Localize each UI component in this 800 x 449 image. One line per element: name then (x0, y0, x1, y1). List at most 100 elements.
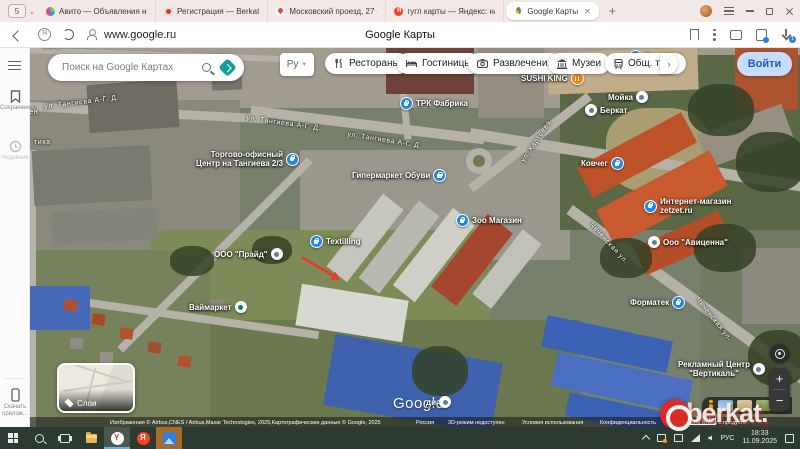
place-pin-icon (439, 396, 451, 408)
layers-icon (64, 398, 73, 407)
poi-torgovo-ofisny-center[interactable]: Торгово-офисныйЦентр на Тангиева 2/3 (196, 150, 299, 168)
poi-zetzet[interactable]: Интернет-магазинzetzet.ru (644, 197, 731, 215)
poi-trk-fabrika[interactable]: ТРК Фабрика (400, 97, 468, 110)
chip-museums[interactable]: Музеи (548, 53, 610, 74)
privacy-link[interactable]: Конфиденциальность (600, 420, 656, 426)
tab-berkat-registration[interactable]: Регистрация — Berkat (156, 0, 268, 22)
language-indicator[interactable]: РУС (720, 435, 734, 442)
search-icon[interactable] (202, 63, 211, 72)
map-viewport[interactable]: Фабричная ул. ул. Тангиева А-Г. Д. ул. Т… (30, 48, 800, 427)
poi-zoo-magazin[interactable]: Зоо Магазин (456, 214, 522, 227)
shopping-pin-icon (456, 214, 469, 227)
satellite-map[interactable]: Фабричная ул. ул. Тангиева А-Г. Д. ул. Т… (30, 48, 800, 427)
place-pin-icon (648, 236, 660, 248)
reload-button[interactable] (63, 29, 74, 40)
zoom-in-button[interactable]: + (769, 368, 790, 389)
protect-icon[interactable] (756, 29, 767, 41)
language-button[interactable]: Ру▼ (280, 53, 314, 76)
window-minimize-button[interactable] (746, 10, 754, 12)
task-view-icon[interactable] (52, 427, 78, 449)
new-tab-button[interactable]: + (601, 4, 624, 18)
pegman-icon[interactable] (707, 400, 714, 412)
screen: 5 ⌄ Авито — Объявления на Регистрация — … (0, 0, 800, 449)
yandex-browser-taskbar-icon[interactable] (104, 427, 130, 449)
map-house (100, 352, 113, 363)
tray-app-icon[interactable] (674, 434, 683, 442)
extensions-icon[interactable] (730, 30, 742, 40)
sidebar-item-saved[interactable]: Сохраненное (0, 90, 30, 112)
poi-kovcheg[interactable]: Ковчег (581, 157, 624, 170)
map-house (147, 341, 161, 354)
chevron-down-icon: ▼ (301, 62, 307, 68)
map-trees (170, 246, 214, 276)
terms-link[interactable]: Условия использования (522, 420, 583, 426)
tray-app-icon[interactable] (657, 434, 666, 442)
imagery-thumbnail[interactable] (718, 400, 733, 411)
layers-widget[interactable]: Слои (57, 363, 135, 413)
shopping-pin-icon (672, 296, 685, 309)
map-building-blue (30, 286, 90, 330)
clock[interactable]: 18:3311.09.2025 (742, 430, 777, 446)
url-text[interactable]: www.google.ru (104, 29, 176, 41)
poi-moyka[interactable]: Мойка (608, 91, 648, 103)
window-close-button[interactable] (785, 7, 794, 16)
poi-ooo-prayd[interactable]: ООО "Прайд" (214, 248, 283, 260)
map-house (91, 313, 105, 326)
notification-center-icon[interactable] (785, 434, 794, 443)
taskbar-search-icon[interactable] (26, 427, 52, 449)
poi-avicenna[interactable]: Ооо "Авиценна" (648, 236, 728, 248)
zoom-out-button[interactable]: − (769, 390, 790, 411)
tab-avito[interactable]: Авито — Объявления на (38, 0, 156, 22)
map-scale: 100 м (690, 417, 716, 425)
file-explorer-icon[interactable] (78, 427, 104, 449)
back-button[interactable] (14, 30, 24, 40)
yandex-app-taskbar-icon[interactable] (130, 427, 156, 449)
yandex-home-button[interactable] (38, 28, 51, 41)
tab-count-button[interactable]: 5 (8, 4, 26, 18)
place-pin-icon (753, 363, 765, 375)
imagery-thumbnail[interactable] (737, 400, 752, 411)
transit-icon (614, 59, 623, 69)
sidebar-item-download-app[interactable]: Скачать прилож... (0, 388, 30, 418)
sidebar-item-recent[interactable]: Недавние (0, 140, 30, 162)
site-info-icon[interactable] (86, 29, 96, 40)
tray-expand-icon[interactable] (642, 435, 650, 443)
poi-partial[interactable]: ди (426, 396, 451, 408)
my-location-button[interactable] (770, 344, 789, 363)
tab-close-icon[interactable]: ✕ (582, 7, 591, 16)
poi-reklamny-centr-vertikal[interactable]: Рекламный Центр"Вертикаль" (678, 360, 765, 378)
poi-textilling[interactable]: Textilling (310, 235, 361, 248)
address-bar: www.google.ru Google Карты 1 (0, 22, 800, 48)
tab-yandex-search[interactable]: гугл карты — Яндекс: наш (386, 0, 504, 22)
bookmark-icon[interactable] (690, 29, 699, 40)
directions-icon[interactable] (218, 58, 236, 76)
sign-in-button[interactable]: Войти (737, 52, 792, 76)
more-options-icon[interactable] (713, 29, 716, 41)
maps-search-box[interactable]: Поиск на Google Картах (48, 54, 244, 81)
poi-gipermarket-obuvi[interactable]: Гипермаркет Обуви (352, 169, 446, 182)
photos-app-taskbar-icon[interactable] (156, 427, 182, 449)
start-button[interactable] (0, 427, 26, 449)
museum-icon (557, 59, 567, 69)
browser-menu-icon[interactable] (724, 7, 734, 15)
tab-google-maps-active[interactable]: Google Карты ✕ (506, 2, 599, 20)
window-maximize-button[interactable] (766, 8, 773, 15)
tab-moskovsky-proezd[interactable]: Московский проезд, 27 – (268, 0, 386, 22)
downloads-icon[interactable]: 1 (781, 29, 792, 41)
avito-favicon-icon (46, 7, 55, 16)
network-icon[interactable] (691, 434, 700, 442)
profile-avatar[interactable] (700, 5, 712, 17)
tab-list-chevron-icon[interactable]: ⌄ (26, 7, 38, 16)
place-pin-icon (636, 91, 648, 103)
map-trees (688, 84, 754, 136)
attribution-3d: 3D-режим недоступен (448, 420, 505, 426)
poi-formatek[interactable]: Форматек (630, 296, 685, 309)
poi-berkat[interactable]: Беркат (585, 104, 627, 116)
volume-icon[interactable] (708, 435, 712, 441)
yandex-favicon-icon (394, 7, 403, 16)
place-pin-icon (271, 248, 283, 260)
poi-vaymarket[interactable]: Ваймаркет (189, 301, 247, 313)
maps-menu-icon[interactable] (8, 61, 21, 70)
place-pin-icon (585, 104, 597, 116)
map-house (70, 338, 83, 349)
